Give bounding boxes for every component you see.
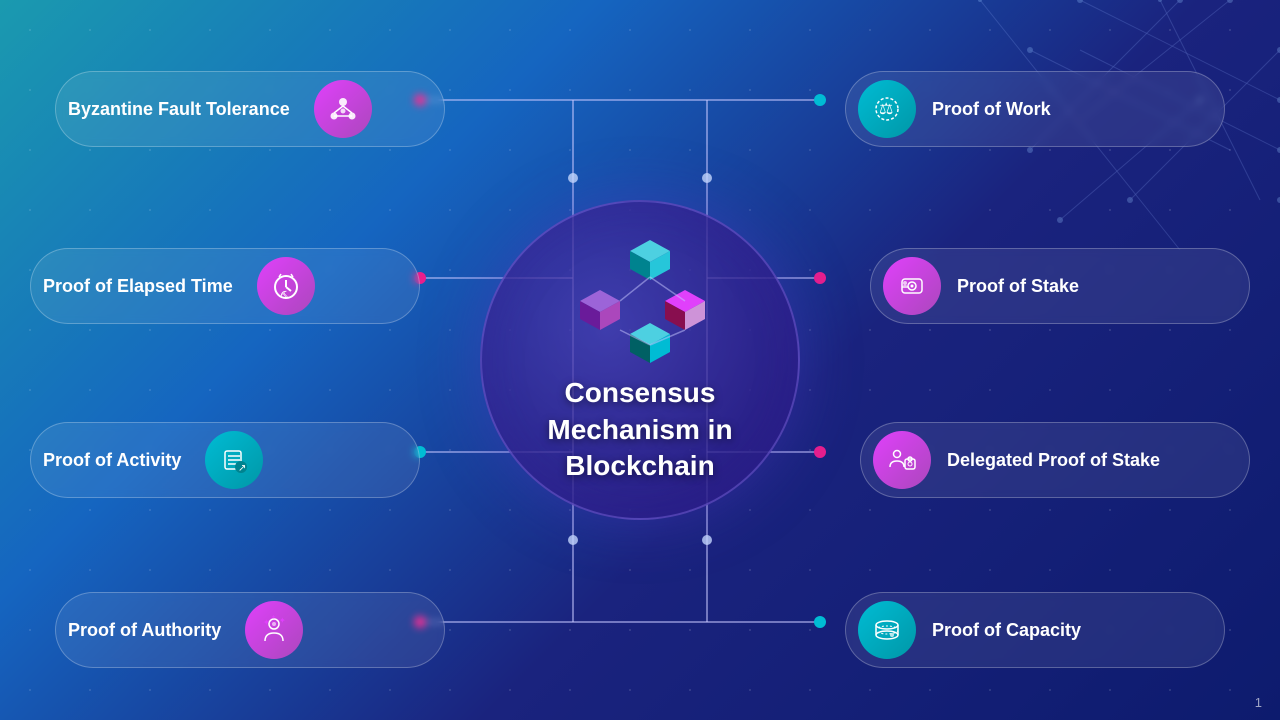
svg-text:✦: ✦ xyxy=(271,615,276,621)
delegated-proof-of-stake-icon xyxy=(873,431,931,489)
blockchain-blocks-icon xyxy=(575,235,705,365)
card-delegated-proof-of-stake: Delegated Proof of Stake xyxy=(860,422,1250,498)
proof-of-activity-icon: ↗ xyxy=(205,431,263,489)
page-number: 1 xyxy=(1255,695,1262,710)
proof-of-work-label: Proof of Work xyxy=(932,99,1051,120)
svg-text:✦: ✦ xyxy=(263,618,270,627)
proof-of-stake-icon xyxy=(883,257,941,315)
center-circle: Consensus Mechanism in Blockchain xyxy=(480,200,800,520)
slide: Consensus Mechanism in Blockchain Byzant… xyxy=(0,0,1280,720)
center-title: Consensus Mechanism in Blockchain xyxy=(547,375,732,484)
byzantine-label: Byzantine Fault Tolerance xyxy=(68,99,290,120)
card-proof-of-elapsed-time: Proof of Elapsed Time ⛏ xyxy=(30,248,420,324)
proof-of-capacity-icon xyxy=(858,601,916,659)
proof-of-authority-icon: ✦ ✦ ✦ xyxy=(245,601,303,659)
proof-of-work-icon: ⚖ xyxy=(858,80,916,138)
svg-text:↗: ↗ xyxy=(238,463,246,474)
svg-text:✦: ✦ xyxy=(279,616,286,625)
byzantine-icon xyxy=(314,80,372,138)
proof-of-elapsed-time-label: Proof of Elapsed Time xyxy=(43,276,233,297)
card-proof-of-work: ⚖ Proof of Work xyxy=(845,71,1225,147)
card-proof-of-stake: Proof of Stake xyxy=(870,248,1250,324)
svg-text:⛏: ⛏ xyxy=(280,290,289,299)
proof-of-stake-label: Proof of Stake xyxy=(957,276,1079,297)
card-proof-of-activity: Proof of Activity ↗ xyxy=(30,422,420,498)
proof-of-capacity-label: Proof of Capacity xyxy=(932,620,1081,641)
proof-of-authority-label: Proof of Authority xyxy=(68,620,221,641)
proof-of-activity-label: Proof of Activity xyxy=(43,450,181,471)
card-byzantine: Byzantine Fault Tolerance xyxy=(55,71,445,147)
card-proof-of-capacity: Proof of Capacity xyxy=(845,592,1225,668)
proof-of-elapsed-time-icon: ⛏ xyxy=(257,257,315,315)
card-proof-of-authority: Proof of Authority ✦ ✦ ✦ xyxy=(55,592,445,668)
svg-text:⚖: ⚖ xyxy=(879,101,893,118)
delegated-proof-of-stake-label: Delegated Proof of Stake xyxy=(947,450,1160,471)
